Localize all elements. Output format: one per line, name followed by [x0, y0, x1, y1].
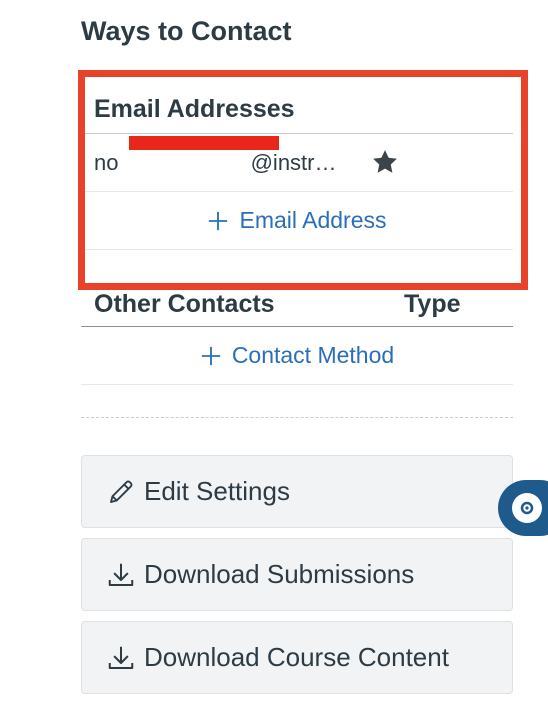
plus-icon	[201, 346, 220, 365]
download-icon	[108, 563, 134, 586]
other-contacts-section: Other Contacts Type Contact Method	[81, 282, 513, 385]
other-contacts-header: Other Contacts Type	[81, 282, 513, 327]
section-divider	[81, 417, 513, 418]
plus-icon	[209, 211, 228, 230]
email-addresses-header: Email Addresses	[81, 86, 513, 134]
download-submissions-label: Download Submissions	[144, 559, 415, 589]
email-addresses-section: Email Addresses no @instr… Email Address	[81, 86, 513, 250]
add-email-address-label: Email Address	[239, 207, 387, 233]
help-icon	[512, 493, 542, 523]
redaction-bar	[129, 136, 279, 150]
download-icon	[108, 646, 134, 669]
help-glyph-icon	[520, 501, 534, 515]
star-icon[interactable]	[370, 147, 400, 177]
edit-settings-label: Edit Settings	[144, 476, 290, 506]
other-contacts-label: Other Contacts	[94, 289, 275, 318]
help-button[interactable]	[498, 480, 548, 536]
download-course-content-button[interactable]: Download Course Content	[81, 621, 513, 694]
ways-to-contact-heading: Ways to Contact	[81, 16, 292, 46]
email-address-text: no @instr…	[94, 149, 337, 175]
download-course-content-label: Download Course Content	[144, 642, 449, 672]
add-contact-method-link[interactable]: Contact Method	[81, 327, 513, 385]
add-contact-method-label: Contact Method	[231, 342, 395, 368]
pencil-icon	[110, 480, 133, 503]
add-email-address-link[interactable]: Email Address	[81, 192, 513, 250]
type-column-header: Type	[404, 289, 461, 318]
download-submissions-button[interactable]: Download Submissions	[81, 538, 513, 611]
edit-settings-button[interactable]: Edit Settings	[81, 455, 513, 528]
email-row[interactable]: no @instr…	[81, 134, 513, 192]
